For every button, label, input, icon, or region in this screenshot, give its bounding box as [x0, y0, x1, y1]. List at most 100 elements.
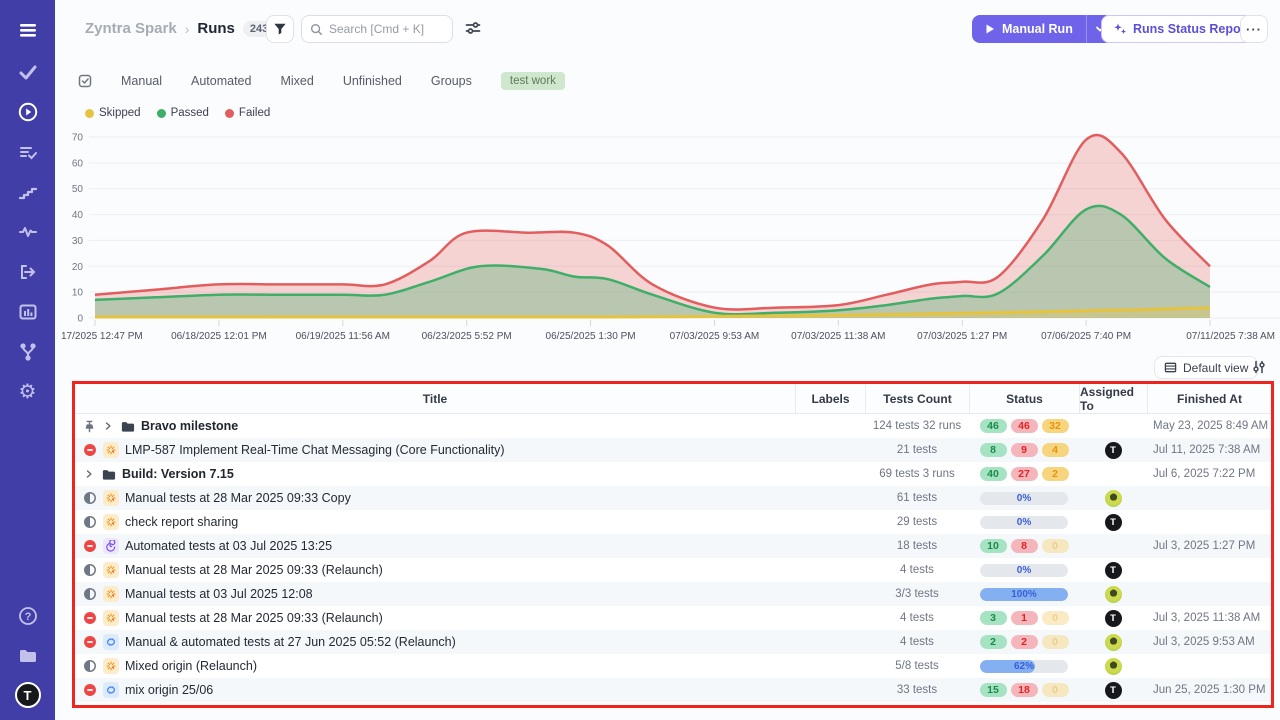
run-title[interactable]: Manual tests at 28 Mar 2025 09:33 (Relau… — [125, 563, 383, 577]
failed-count-badge: 18 — [1011, 683, 1038, 697]
run-title[interactable]: LMP-587 Implement Real-Time Chat Messagi… — [125, 443, 505, 457]
defects-icon[interactable] — [0, 212, 55, 252]
table-row[interactable]: Manual tests at 28 Mar 2025 09:33 Copy61… — [75, 486, 1271, 510]
search-input[interactable] — [329, 22, 444, 36]
expand-chevron-icon[interactable] — [83, 468, 95, 480]
settings-icon[interactable]: ⚙ — [0, 372, 55, 412]
origin-manual-icon — [103, 586, 119, 602]
column-header-finished-at[interactable]: Finished At — [1147, 384, 1271, 413]
search-settings-icon[interactable] — [464, 19, 482, 42]
column-header-status[interactable]: Status — [969, 384, 1079, 413]
milestones-icon[interactable] — [0, 172, 55, 212]
assignee-avatar: T — [1105, 562, 1122, 579]
assignee-avatar: T — [1105, 610, 1122, 627]
passed-count-badge: 46 — [980, 419, 1007, 433]
run-title[interactable]: Manual tests at 03 Jul 2025 12:08 — [125, 587, 313, 601]
labels-cell — [795, 486, 865, 510]
breadcrumb-project[interactable]: Zyntra Spark — [85, 20, 177, 37]
title-cell: LMP-587 Implement Real-Time Chat Messagi… — [75, 438, 795, 462]
status-stopped-icon — [83, 611, 97, 625]
tab-mixed[interactable]: Mixed — [280, 74, 313, 88]
tab-groups[interactable]: Groups — [431, 74, 472, 88]
table-row[interactable]: mix origin 25/0633 tests15180TJun 25, 20… — [75, 678, 1271, 702]
default-view-button[interactable]: Default view — [1154, 356, 1258, 379]
assigned-cell — [1079, 534, 1147, 558]
filter-button[interactable] — [266, 15, 294, 43]
legend-skipped[interactable]: Skipped — [85, 107, 141, 119]
more-actions-button[interactable]: ··· — [1240, 15, 1268, 43]
table-row[interactable]: LMP-587 Implement Real-Time Chat Messagi… — [75, 438, 1271, 462]
labels-cell — [795, 582, 865, 606]
skipped-count-badge: 0 — [1042, 635, 1069, 649]
table-row[interactable]: check report sharing29 tests0%T — [75, 510, 1271, 534]
run-title[interactable]: check report sharing — [125, 515, 238, 529]
assignee-avatar: T — [1105, 682, 1122, 699]
test-cases-icon[interactable] — [0, 52, 55, 92]
group-title[interactable]: Bravo milestone — [141, 419, 238, 433]
run-title[interactable]: Manual & automated tests at 27 Jun 2025 … — [125, 635, 456, 649]
expand-chevron-icon[interactable] — [102, 420, 114, 432]
requirements-icon[interactable] — [0, 252, 55, 292]
run-title[interactable]: Manual tests at 28 Mar 2025 09:33 (Relau… — [125, 611, 383, 625]
assignee-avatar: T — [1105, 442, 1122, 459]
run-title[interactable]: Manual tests at 28 Mar 2025 09:33 Copy — [125, 491, 351, 505]
status-stopped-icon — [83, 539, 97, 553]
view-settings-icon[interactable] — [1251, 359, 1267, 380]
reports-icon[interactable] — [0, 292, 55, 332]
legend-passed[interactable]: Passed — [157, 107, 209, 119]
assigned-cell — [1079, 414, 1147, 438]
help-icon[interactable]: ? — [0, 596, 55, 636]
shared-steps-icon[interactable] — [0, 132, 55, 172]
origin-manual-icon — [103, 442, 119, 458]
progress-bar: 0% — [980, 564, 1068, 577]
table-row[interactable]: Manual tests at 28 Mar 2025 09:33 (Relau… — [75, 558, 1271, 582]
manual-run-button[interactable]: Manual Run — [972, 15, 1086, 43]
runs-icon[interactable] — [0, 92, 55, 132]
table-row[interactable]: Manual tests at 03 Jul 2025 12:083/3 tes… — [75, 582, 1271, 606]
run-title[interactable]: Mixed origin (Relaunch) — [125, 659, 257, 673]
tab-unfinished[interactable]: Unfinished — [343, 74, 402, 88]
column-header-tests-count[interactable]: Tests Count — [865, 384, 969, 413]
tab-manual[interactable]: Manual — [121, 74, 162, 88]
table-row[interactable]: Mixed origin (Relaunch)5/8 tests62% — [75, 654, 1271, 678]
tab-automated[interactable]: Automated — [191, 74, 251, 88]
menu-icon[interactable] — [0, 10, 55, 50]
passed-count-badge: 8 — [980, 443, 1007, 457]
run-title[interactable]: Automated tests at 03 Jul 2025 13:25 — [125, 539, 332, 553]
group-title[interactable]: Build: Version 7.15 — [122, 467, 234, 481]
column-header-title[interactable]: Title — [75, 384, 795, 413]
breadcrumb-page[interactable]: Runs — [197, 20, 235, 37]
legend-failed[interactable]: Failed — [225, 107, 270, 119]
run-title[interactable]: mix origin 25/06 — [125, 683, 213, 697]
table-row[interactable]: Manual tests at 28 Mar 2025 09:33 (Relau… — [75, 606, 1271, 630]
finished-at: Jul 11, 2025 7:38 AM — [1147, 438, 1271, 462]
skipped-count-badge: 32 — [1042, 419, 1069, 433]
manual-run-split-button: Manual Run — [972, 15, 1113, 43]
workflows-icon[interactable] — [0, 332, 55, 372]
status-cell: 0% — [969, 510, 1079, 534]
table-row[interactable]: Bravo milestone124 tests 32 runs464632Ma… — [75, 414, 1271, 438]
assignee-avatar — [1105, 586, 1122, 603]
origin-automated-icon — [103, 538, 119, 554]
table-row[interactable]: Manual & automated tests at 27 Jun 2025 … — [75, 630, 1271, 654]
svg-text:50: 50 — [72, 184, 84, 195]
svg-text:30: 30 — [72, 236, 84, 247]
origin-manual-icon — [103, 490, 119, 506]
status-cell: 1080 — [969, 534, 1079, 558]
progress-label: 100% — [980, 588, 1068, 601]
table-row[interactable]: Build: Version 7.1569 tests 3 runs40272J… — [75, 462, 1271, 486]
filter-tag-test-work[interactable]: test work — [501, 72, 565, 90]
svg-text:06/23/2025 5:52 PM: 06/23/2025 5:52 PM — [422, 331, 512, 342]
column-header-assigned-to[interactable]: Assigned To — [1079, 384, 1147, 413]
failed-count-badge: 2 — [1011, 635, 1038, 649]
pin-icon[interactable] — [83, 420, 96, 433]
projects-folder-icon[interactable] — [0, 636, 55, 676]
user-avatar[interactable]: T — [15, 682, 41, 708]
table-row[interactable]: Automated tests at 03 Jul 2025 13:2518 t… — [75, 534, 1271, 558]
runs-status-report-button[interactable]: Runs Status Report — [1101, 15, 1262, 43]
column-header-labels[interactable]: Labels — [795, 384, 865, 413]
folder-icon — [120, 419, 135, 434]
svg-text:20: 20 — [72, 262, 84, 273]
bulk-select-icon[interactable] — [78, 74, 92, 88]
search-box — [301, 15, 453, 43]
